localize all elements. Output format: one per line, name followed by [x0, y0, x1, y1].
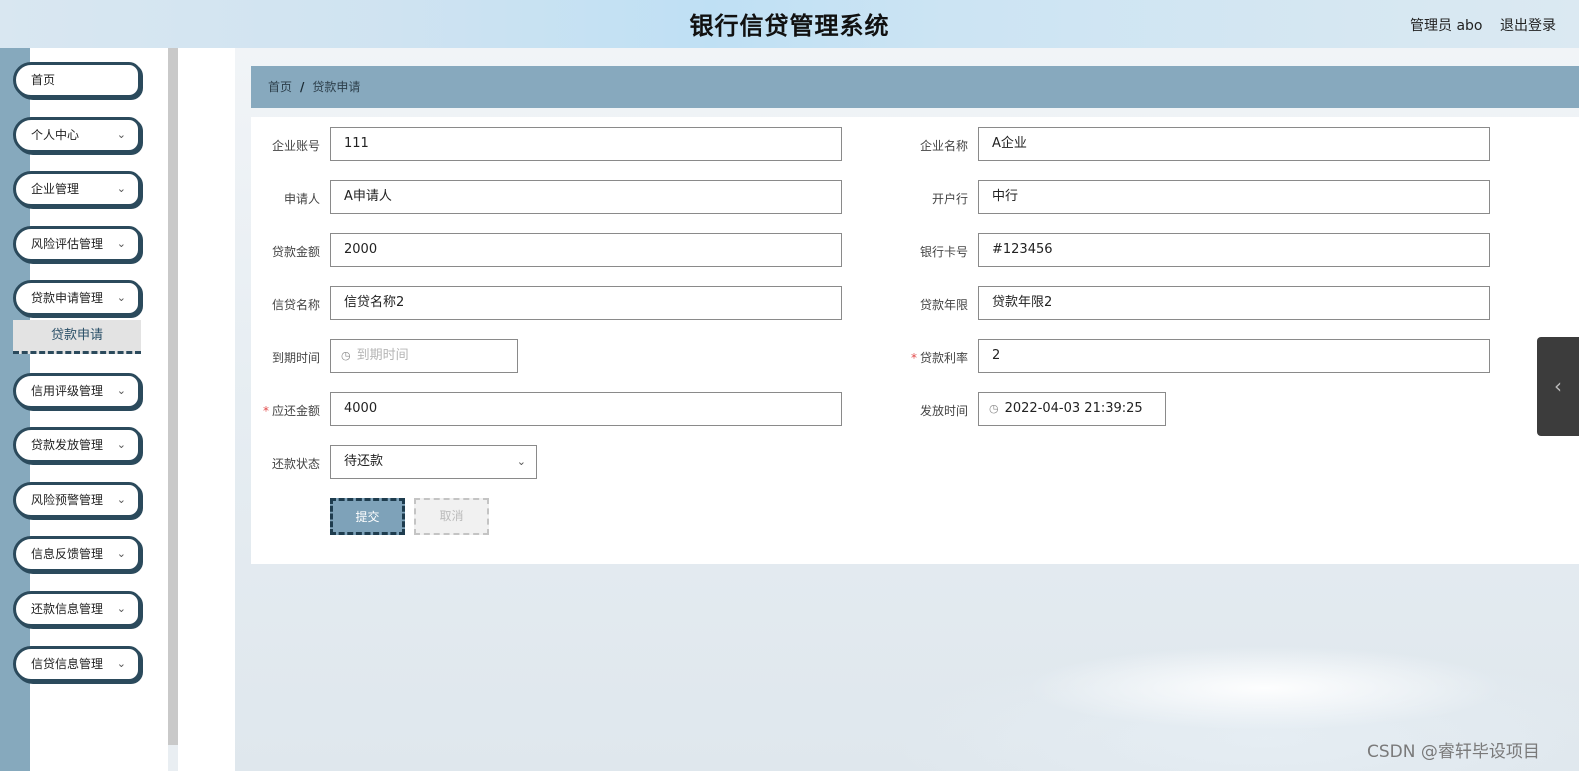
- company-name-input[interactable]: A企业: [978, 127, 1490, 161]
- due-time-picker[interactable]: ◷ 到期时间: [330, 339, 518, 373]
- sidebar-item-label: 企业管理: [31, 182, 80, 196]
- chevron-down-icon: ⌄: [116, 237, 126, 250]
- chevron-left-icon: ‹: [1554, 374, 1562, 398]
- clock-icon: ◷: [341, 349, 351, 362]
- sidebar-item-label: 还款信息管理: [31, 602, 104, 616]
- chevron-down-icon: ⌄: [116, 182, 126, 195]
- chevron-down-icon: ⌄: [116, 438, 126, 451]
- sidebar-item-label: 贷款申请管理: [31, 291, 104, 305]
- sidebar-item-label: 信息反馈管理: [31, 547, 104, 561]
- sidebar-item-label: 首页: [31, 73, 56, 87]
- chevron-down-icon: ⌄: [116, 602, 126, 615]
- issue-time-value: 2022-04-03 21:39:25: [1004, 401, 1143, 416]
- company-account-label: 企业账号: [271, 139, 320, 153]
- loan-term-label: 贷款年限: [919, 298, 968, 312]
- bank-input[interactable]: 中行: [978, 180, 1490, 214]
- sidebar-item-label: 贷款发放管理: [31, 438, 104, 452]
- repay-status-select[interactable]: 待还款 ⌄: [330, 445, 537, 479]
- sidebar-item-label: 风险预警管理: [31, 493, 104, 507]
- chevron-down-icon: ⌄: [116, 547, 126, 560]
- sidebar-item-credit-rating[interactable]: 信用评级管理 ⌄: [13, 373, 141, 409]
- card-no-label: 银行卡号: [919, 245, 968, 259]
- sidebar-item-personal-center[interactable]: 个人中心 ⌄: [13, 117, 141, 153]
- sidebar-item-loan-application[interactable]: 贷款申请管理 ⌄: [13, 280, 141, 316]
- sidebar-gap: [178, 48, 235, 771]
- repay-status-value: 待还款: [344, 454, 384, 469]
- company-name-label: 企业名称: [919, 139, 968, 153]
- sidebar-item-repayment[interactable]: 还款信息管理 ⌄: [13, 591, 141, 627]
- repay-amount-label-text: 应还金额: [271, 404, 320, 418]
- sidebar-item-label: 信用评级管理: [31, 384, 104, 398]
- chevron-down-icon: ⌄: [116, 291, 126, 304]
- top-header: 银行信贷管理系统 管理员 abo 退出登录: [0, 0, 1579, 48]
- clock-icon: ◷: [989, 402, 999, 415]
- repay-amount-input[interactable]: 4000: [330, 392, 842, 426]
- sidebar-item-risk-warning[interactable]: 风险预警管理 ⌄: [13, 482, 141, 518]
- required-mark: *: [910, 351, 917, 365]
- sidebar-scrollbar[interactable]: [168, 48, 178, 745]
- required-mark: *: [262, 404, 269, 418]
- sidebar-item-label: 信贷信息管理: [31, 657, 104, 671]
- credit-name-input[interactable]: 信贷名称2: [330, 286, 842, 320]
- breadcrumb: 首页 / 贷款申请: [251, 66, 1579, 108]
- breadcrumb-home[interactable]: 首页: [268, 80, 292, 94]
- chevron-down-icon: ⌄: [116, 493, 126, 506]
- side-drawer-toggle[interactable]: ‹: [1537, 337, 1579, 436]
- loan-rate-input[interactable]: 2: [978, 339, 1490, 373]
- chevron-down-icon: ⌄: [116, 384, 126, 397]
- loan-amount-input[interactable]: 2000: [330, 233, 842, 267]
- repay-status-label: 还款状态: [271, 457, 320, 471]
- chevron-down-icon: ⌄: [116, 657, 126, 670]
- sidebar-item-label: 个人中心: [31, 128, 80, 142]
- cancel-button[interactable]: 取消: [414, 498, 489, 535]
- loan-amount-label: 贷款金额: [271, 245, 320, 259]
- issue-time-label: 发放时间: [919, 404, 968, 418]
- sidebar-item-credit-info[interactable]: 信贷信息管理 ⌄: [13, 646, 141, 682]
- chevron-down-icon: ⌄: [516, 455, 526, 468]
- app-title: 银行信贷管理系统: [689, 12, 890, 40]
- current-user: 管理员 abo: [1410, 18, 1483, 34]
- sidebar-item-label: 风险评估管理: [31, 237, 104, 251]
- breadcrumb-current: 贷款申请: [312, 80, 361, 94]
- credit-name-label: 信贷名称: [271, 298, 320, 312]
- bank-label: 开户行: [931, 192, 968, 206]
- loan-rate-label-text: 贷款利率: [919, 351, 968, 365]
- issue-time-picker[interactable]: ◷ 2022-04-03 21:39:25: [978, 392, 1166, 426]
- company-account-input[interactable]: 111: [330, 127, 842, 161]
- loan-rate-label: * 贷款利率: [898, 349, 968, 366]
- card-no-input[interactable]: #123456: [978, 233, 1490, 267]
- loan-term-input[interactable]: 贷款年限2: [978, 286, 1490, 320]
- sidebar-item-home[interactable]: 首页: [13, 62, 141, 98]
- sidebar-item-company[interactable]: 企业管理 ⌄: [13, 171, 141, 207]
- sidebar-item-loan-issue[interactable]: 贷款发放管理 ⌄: [13, 427, 141, 463]
- applicant-label: 申请人: [283, 192, 320, 206]
- due-time-placeholder: 到期时间: [356, 348, 409, 363]
- breadcrumb-separator: /: [300, 80, 305, 94]
- submit-button[interactable]: 提交: [330, 498, 405, 535]
- due-time-label: 到期时间: [271, 351, 320, 365]
- chevron-down-icon: ⌄: [116, 128, 126, 141]
- repay-amount-label: * 应还金额: [250, 402, 320, 419]
- logout-link[interactable]: 退出登录: [1500, 15, 1556, 35]
- sidebar-item-risk-assessment[interactable]: 风险评估管理 ⌄: [13, 226, 141, 262]
- watermark: CSDN @睿轩毕设项目: [1367, 742, 1540, 762]
- applicant-input[interactable]: A申请人: [330, 180, 842, 214]
- sidebar-item-feedback[interactable]: 信息反馈管理 ⌄: [13, 536, 141, 572]
- sidebar-subitem-loan-apply[interactable]: 贷款申请: [13, 320, 141, 354]
